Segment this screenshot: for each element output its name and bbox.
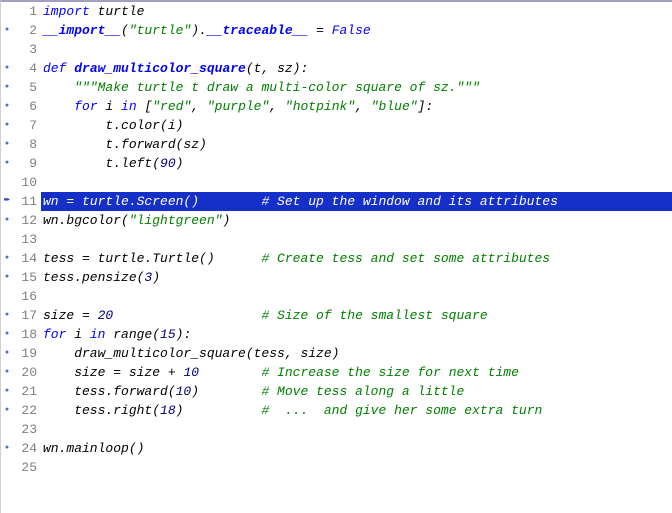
line-number: 11 [13, 192, 41, 211]
code-content[interactable]: tess.forward(10) # Move tess along a lit… [41, 382, 672, 401]
code-content[interactable]: size = 20 # Size of the smallest square [41, 306, 672, 325]
line-number: 1 [13, 2, 41, 21]
line-number: 6 [13, 97, 41, 116]
line-number: 23 [13, 420, 41, 439]
code-content[interactable]: size = size + 10 # Increase the size for… [41, 363, 672, 382]
code-content[interactable]: t.left(90) [41, 154, 672, 173]
line-number: 21 [13, 382, 41, 401]
code-content[interactable]: draw_multicolor_square(tess, size) [41, 344, 672, 363]
code-content[interactable]: wn.mainloop() [41, 439, 672, 458]
breakpoint-marker-icon[interactable]: ● [1, 116, 13, 135]
line-number: 14 [13, 249, 41, 268]
code-line[interactable]: ●14tess = turtle.Turtle() # Create tess … [1, 249, 672, 268]
code-line[interactable]: ●2__import__("turtle").__traceable__ = F… [1, 21, 672, 40]
breakpoint-marker-icon[interactable]: ● [1, 401, 13, 420]
code-content[interactable]: def draw_multicolor_square(t, sz): [41, 59, 672, 78]
code-content[interactable]: """Make turtle t draw a multi-color squa… [41, 78, 672, 97]
breakpoint-marker-icon[interactable]: ● [1, 439, 13, 458]
line-number: 13 [13, 230, 41, 249]
line-number: 9 [13, 154, 41, 173]
code-line[interactable]: 23 [1, 420, 672, 439]
code-line[interactable]: ●20 size = size + 10 # Increase the size… [1, 363, 672, 382]
line-number: 12 [13, 211, 41, 230]
code-line[interactable]: 16 [1, 287, 672, 306]
code-line[interactable]: 25 [1, 458, 672, 477]
code-content[interactable]: tess.pensize(3) [41, 268, 672, 287]
breakpoint-marker-icon[interactable]: ● [1, 97, 13, 116]
code-line[interactable]: ●5 """Make turtle t draw a multi-color s… [1, 78, 672, 97]
code-line[interactable]: 1import turtle [1, 2, 672, 21]
code-line[interactable]: ●15tess.pensize(3) [1, 268, 672, 287]
breakpoint-marker-icon[interactable]: ● [1, 59, 13, 78]
code-content[interactable]: import turtle [41, 2, 672, 21]
breakpoint-marker-icon[interactable]: ● [1, 154, 13, 173]
breakpoint-marker-icon[interactable]: ● [1, 211, 13, 230]
current-line-arrow-icon[interactable]: ➨ [1, 192, 13, 211]
code-line[interactable]: ➨11wn = turtle.Screen() # Set up the win… [1, 192, 672, 211]
line-number: 22 [13, 401, 41, 420]
breakpoint-marker-icon[interactable]: ● [1, 382, 13, 401]
line-number: 19 [13, 344, 41, 363]
line-number: 18 [13, 325, 41, 344]
code-line[interactable]: 10 [1, 173, 672, 192]
code-content[interactable]: for i in range(15): [41, 325, 672, 344]
code-content[interactable]: wn = turtle.Screen() # Set up the window… [41, 192, 672, 211]
code-line[interactable]: ●17size = 20 # Size of the smallest squa… [1, 306, 672, 325]
code-line[interactable]: ●18for i in range(15): [1, 325, 672, 344]
line-number: 17 [13, 306, 41, 325]
line-number: 8 [13, 135, 41, 154]
code-content[interactable]: __import__("turtle").__traceable__ = Fal… [41, 21, 672, 40]
code-content[interactable]: wn.bgcolor("lightgreen") [41, 211, 672, 230]
line-number: 16 [13, 287, 41, 306]
breakpoint-marker-icon[interactable]: ● [1, 249, 13, 268]
breakpoint-marker-icon[interactable]: ● [1, 135, 13, 154]
code-line[interactable]: 13 [1, 230, 672, 249]
code-line[interactable]: 3 [1, 40, 672, 59]
code-line[interactable]: ●21 tess.forward(10) # Move tess along a… [1, 382, 672, 401]
code-line[interactable]: ●8 t.forward(sz) [1, 135, 672, 154]
code-content[interactable]: t.forward(sz) [41, 135, 672, 154]
breakpoint-marker-icon[interactable]: ● [1, 363, 13, 382]
code-line[interactable]: ●19 draw_multicolor_square(tess, size) [1, 344, 672, 363]
line-number: 7 [13, 116, 41, 135]
code-line[interactable]: ●7 t.color(i) [1, 116, 672, 135]
code-content[interactable]: tess = turtle.Turtle() # Create tess and… [41, 249, 672, 268]
line-number: 15 [13, 268, 41, 287]
line-number: 10 [13, 173, 41, 192]
code-line[interactable]: ●9 t.left(90) [1, 154, 672, 173]
breakpoint-marker-icon[interactable]: ● [1, 344, 13, 363]
breakpoint-marker-icon[interactable]: ● [1, 268, 13, 287]
line-number: 24 [13, 439, 41, 458]
breakpoint-marker-icon[interactable]: ● [1, 325, 13, 344]
code-line[interactable]: ●6 for i in ["red", "purple", "hotpink",… [1, 97, 672, 116]
line-number: 2 [13, 21, 41, 40]
code-content[interactable]: tess.right(18) # ... and give her some e… [41, 401, 672, 420]
line-number: 4 [13, 59, 41, 78]
line-number: 3 [13, 40, 41, 59]
line-number: 25 [13, 458, 41, 477]
breakpoint-marker-icon[interactable]: ● [1, 306, 13, 325]
line-number: 5 [13, 78, 41, 97]
code-line[interactable]: ●22 tess.right(18) # ... and give her so… [1, 401, 672, 420]
code-line[interactable]: ●4def draw_multicolor_square(t, sz): [1, 59, 672, 78]
code-line[interactable]: ●24wn.mainloop() [1, 439, 672, 458]
code-line[interactable]: ●12wn.bgcolor("lightgreen") [1, 211, 672, 230]
line-number: 20 [13, 363, 41, 382]
breakpoint-marker-icon[interactable]: ● [1, 21, 13, 40]
code-content[interactable]: t.color(i) [41, 116, 672, 135]
breakpoint-marker-icon[interactable]: ● [1, 78, 13, 97]
code-content[interactable]: for i in ["red", "purple", "hotpink", "b… [41, 97, 672, 116]
code-editor[interactable]: 1import turtle●2__import__("turtle").__t… [1, 2, 672, 477]
